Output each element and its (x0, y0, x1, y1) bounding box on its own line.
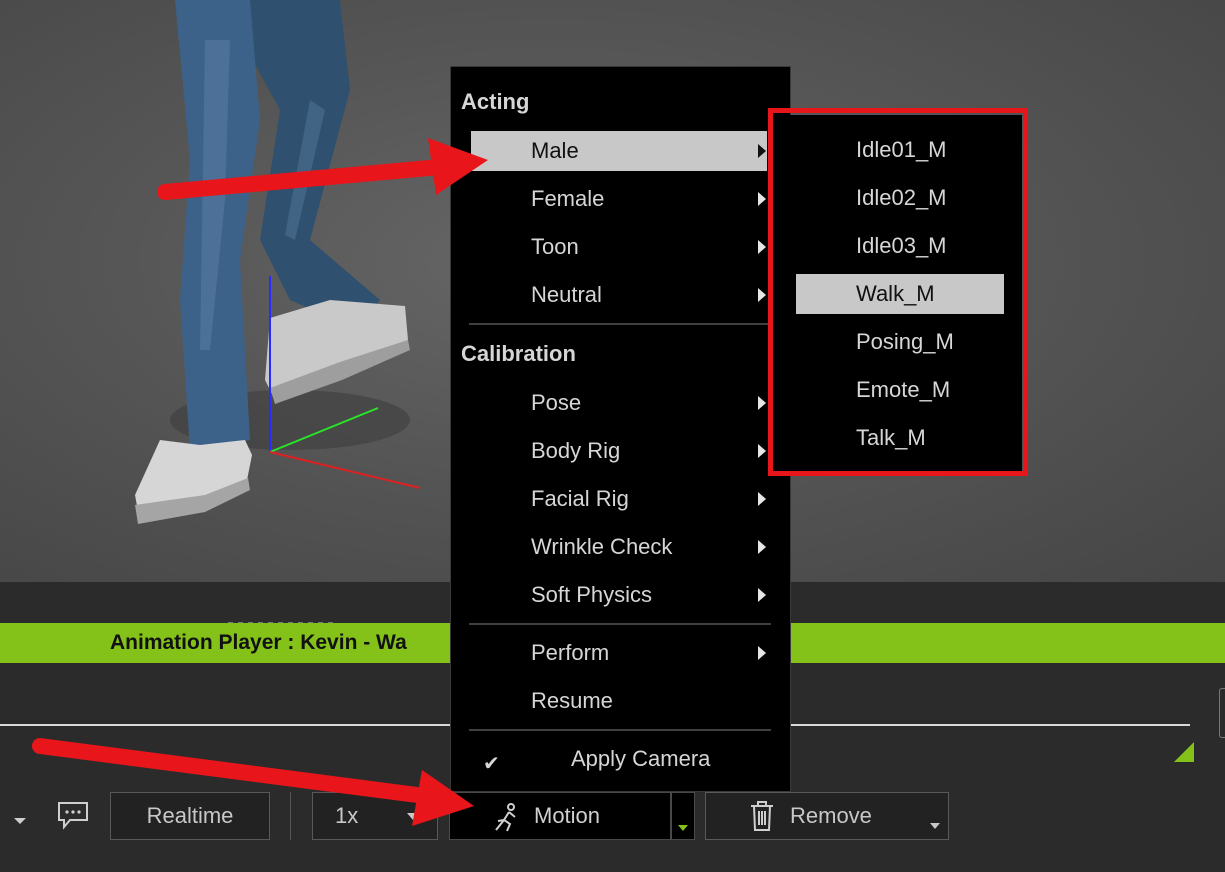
chevron-down-icon (678, 825, 688, 831)
menu-item-resume[interactable]: Resume (471, 681, 767, 721)
comment-icon[interactable] (56, 800, 90, 830)
motion-button[interactable]: Motion (449, 792, 671, 840)
checkmark-icon: ✔ (483, 753, 500, 775)
motion-label: Motion (534, 803, 601, 828)
timeline-end-handle[interactable] (1219, 688, 1225, 738)
chevron-right-icon (758, 444, 766, 458)
menu-item-label: Facial Rig (531, 486, 629, 511)
menu-item-pose[interactable]: Pose (471, 383, 767, 423)
chevron-right-icon (758, 396, 766, 410)
menu-item-label: Female (531, 186, 605, 211)
chevron-right-icon (758, 144, 766, 158)
submenu-highlight-box (768, 108, 1028, 476)
menu-item-soft-physics[interactable]: Soft Physics (471, 575, 767, 615)
menu-item-label: Pose (531, 390, 582, 415)
menu-divider (469, 729, 771, 731)
chevron-right-icon (758, 646, 766, 660)
menu-item-label: Body Rig (531, 438, 621, 463)
chevron-right-icon (758, 192, 766, 206)
realtime-button[interactable]: Realtime (110, 792, 270, 840)
character-figure[interactable] (110, 0, 430, 540)
menu-item-label: Wrinkle Check (531, 534, 673, 559)
menu-divider (469, 323, 771, 325)
menu-item-label: Soft Physics (531, 582, 653, 607)
menu-item-label: Male (531, 138, 579, 163)
resize-corner-icon[interactable] (1174, 742, 1194, 762)
menu-item-label: Neutral (531, 282, 602, 307)
panel-resize-grip[interactable] (228, 614, 348, 627)
toolbar-divider (290, 792, 291, 840)
menu-item-apply-camera[interactable]: Apply Camera (511, 739, 767, 779)
menu-item-label: Resume (531, 688, 613, 713)
menu-heading-calibration: Calibration (461, 341, 576, 366)
menu-item-label: Perform (531, 640, 610, 665)
menu-item-facial-rig[interactable]: Facial Rig (471, 479, 767, 519)
motion-dropdown-toggle[interactable] (671, 792, 695, 840)
menu-item-neutral[interactable]: Neutral (471, 275, 767, 315)
trash-icon (751, 801, 773, 831)
chevron-right-icon (758, 540, 766, 554)
menu-item-perform[interactable]: Perform (471, 633, 767, 673)
motion-context-menu[interactable]: Acting Male Female Toon Neutral Calibrat… (450, 66, 791, 792)
menu-heading-acting: Acting (461, 89, 530, 114)
menu-divider (469, 623, 771, 625)
running-figure-icon (495, 803, 516, 832)
menu-item-label: Apply Camera (571, 746, 711, 771)
chevron-down-icon[interactable] (14, 818, 26, 824)
remove-label: Remove (790, 803, 872, 828)
speed-select[interactable]: 1x (312, 792, 438, 840)
chevron-right-icon (758, 492, 766, 506)
chevron-right-icon (758, 588, 766, 602)
menu-item-toon[interactable]: Toon (471, 227, 767, 267)
menu-item-male[interactable]: Male (471, 131, 767, 171)
chevron-right-icon (758, 288, 766, 302)
remove-button[interactable]: Remove (705, 792, 949, 840)
menu-item-label: Toon (531, 234, 579, 259)
animation-player-title: Animation Player : Kevin - Wa (110, 631, 407, 654)
menu-item-wrinkle-check[interactable]: Wrinkle Check (471, 527, 767, 567)
speed-value: 1x (335, 803, 359, 828)
chevron-right-icon (758, 240, 766, 254)
menu-item-female[interactable]: Female (471, 179, 767, 219)
realtime-label: Realtime (146, 803, 234, 828)
chevron-down-icon (930, 823, 940, 829)
menu-item-body-rig[interactable]: Body Rig (471, 431, 767, 471)
chevron-down-icon (407, 813, 419, 820)
